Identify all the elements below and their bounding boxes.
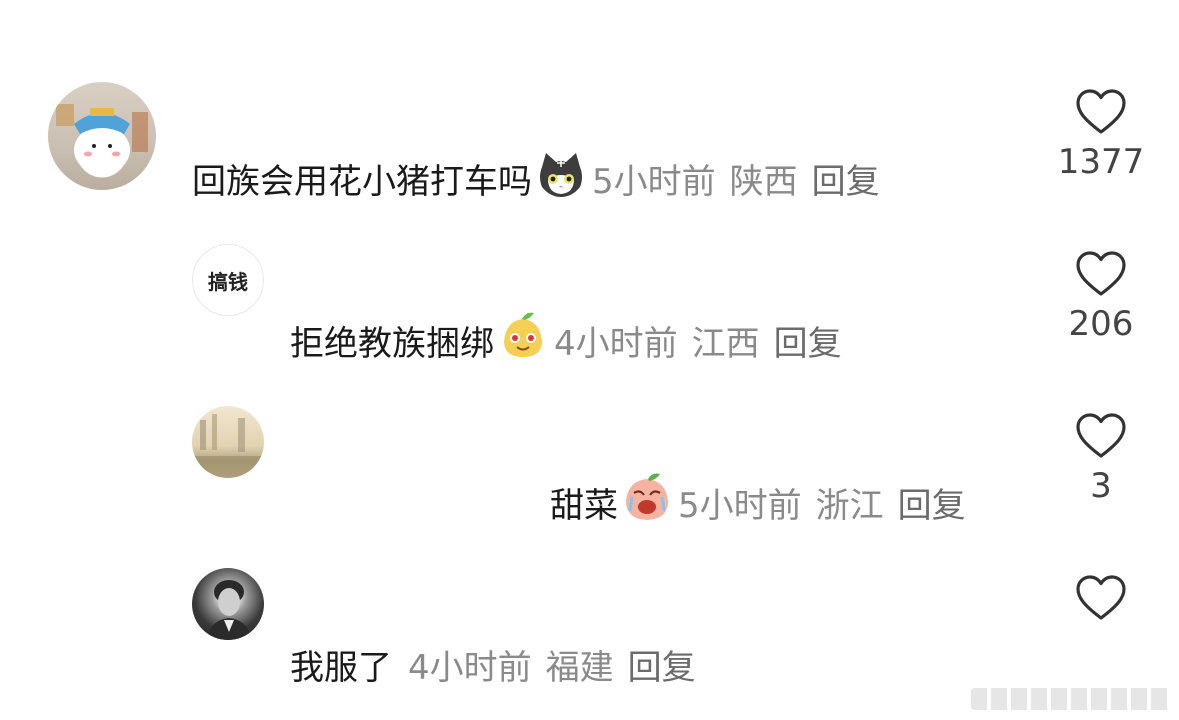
- comment-time: 5小时前: [678, 485, 802, 526]
- reply-button[interactable]: 回复: [774, 316, 842, 365]
- like-group: 1377: [1056, 88, 1146, 182]
- comment-location: 福建: [545, 647, 614, 688]
- comment-row: 回族会用花小猪打车吗 5小时前 陕西 回复: [192, 152, 880, 204]
- comment-text: 拒绝教族捆绑: [290, 323, 494, 364]
- comment-time: 4小时前: [408, 647, 532, 688]
- heart-icon[interactable]: [1075, 412, 1127, 460]
- avatar[interactable]: [192, 406, 264, 478]
- crying-peach-emoji: [622, 473, 672, 532]
- comment-time: 5小时前: [592, 161, 716, 202]
- like-count: 206: [1068, 304, 1134, 344]
- comment-location: 浙江: [815, 485, 884, 526]
- heart-icon[interactable]: [1075, 574, 1127, 622]
- reply-button[interactable]: 回复: [628, 640, 696, 689]
- heart-icon[interactable]: [1075, 88, 1127, 136]
- comment-text: 回族会用花小猪打车吗: [192, 161, 532, 202]
- comment-row: 拒绝教族捆绑 4小时前 江西 回复: [290, 312, 842, 366]
- avatar[interactable]: 搞钱: [192, 244, 264, 316]
- smug-pear-emoji: [498, 311, 548, 370]
- comment-location: 陕西: [729, 161, 798, 202]
- comment-row: 甜菜 5小时前 浙江 回复: [550, 473, 966, 528]
- avatar-label: 搞钱: [208, 269, 248, 294]
- like-group: 3: [1056, 412, 1146, 506]
- reply-button[interactable]: 回复: [898, 478, 966, 527]
- like-group: 206: [1056, 250, 1146, 344]
- heart-icon[interactable]: [1075, 250, 1127, 298]
- like-group: [1056, 574, 1146, 622]
- avatar[interactable]: [192, 568, 264, 640]
- like-count: 3: [1090, 466, 1112, 506]
- watermark: [971, 688, 1171, 710]
- like-count: 1377: [1057, 142, 1145, 182]
- comment-location: 江西: [691, 323, 760, 364]
- avatar-image: [56, 104, 148, 174]
- comment-text: 我服了: [290, 647, 392, 688]
- cat-face-emoji: [536, 149, 586, 208]
- avatar-image: [206, 580, 252, 640]
- comment-time: 4小时前: [554, 323, 678, 364]
- avatar[interactable]: [48, 82, 156, 190]
- reply-button[interactable]: 回复: [812, 154, 880, 203]
- comment-row: 我服了 4小时前 福建 回复: [290, 638, 696, 690]
- avatar-image: [192, 414, 264, 478]
- comment-text: 甜菜: [550, 485, 618, 526]
